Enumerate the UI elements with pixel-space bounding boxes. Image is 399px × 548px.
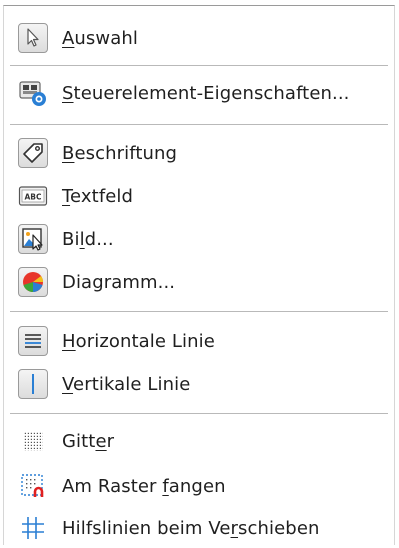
vertical-line-icon bbox=[18, 369, 48, 399]
control-properties-icon bbox=[18, 78, 48, 108]
pointer-icon bbox=[18, 23, 48, 53]
menu-item-label: Steuerelement-Eigenschaften... bbox=[62, 82, 350, 104]
menu-item-auswahl[interactable]: Auswahl bbox=[4, 18, 394, 58]
abc-textbox-icon: ABC bbox=[18, 181, 48, 211]
menu-item-label: Horizontale Linie bbox=[62, 330, 215, 352]
menu-item-label: Auswahl bbox=[62, 27, 138, 49]
menu-item-label: Vertikale Linie bbox=[62, 373, 191, 395]
chart-pie-icon bbox=[18, 267, 48, 297]
menu-item-label: Textfeld bbox=[62, 185, 134, 207]
menu-item-label: Diagramm... bbox=[62, 271, 176, 293]
menu-item-gitter[interactable]: Gitter bbox=[4, 421, 394, 461]
menu-item-vertikale-linie[interactable]: Vertikale Linie bbox=[4, 364, 394, 404]
menu-item-label: Beschriftung bbox=[62, 142, 178, 164]
menu-separator bbox=[10, 65, 388, 66]
menu-item-textfeld[interactable]: ABC Textfeld bbox=[4, 176, 394, 216]
svg-text:ABC: ABC bbox=[24, 193, 42, 202]
grid-dots-icon bbox=[18, 426, 48, 456]
horizontal-line-icon bbox=[18, 326, 48, 356]
menu-item-am-raster-fangen[interactable]: Am Raster fangen bbox=[4, 466, 394, 506]
menu-item-diagramm[interactable]: Diagramm... bbox=[4, 262, 394, 302]
menu-item-label: Bild... bbox=[62, 228, 114, 250]
menu-item-horizontale-linie[interactable]: Horizontale Linie bbox=[4, 321, 394, 361]
snap-grid-icon bbox=[18, 471, 48, 501]
menu-item-hilfslinien[interactable]: Hilfslinien beim Verschieben bbox=[4, 508, 394, 548]
helplines-icon bbox=[18, 513, 48, 543]
menu-item-beschriftung[interactable]: Beschriftung bbox=[4, 133, 394, 173]
context-menu: Auswahl Steuerelement-Eigenschaften... B… bbox=[3, 5, 395, 545]
menu-separator bbox=[10, 124, 388, 125]
image-icon bbox=[18, 224, 48, 254]
menu-item-bild[interactable]: Bild... bbox=[4, 219, 394, 259]
menu-separator bbox=[10, 413, 388, 414]
tag-icon bbox=[18, 138, 48, 168]
menu-item-label: Hilfslinien beim Verschieben bbox=[62, 517, 320, 539]
menu-item-label: Gitter bbox=[62, 430, 115, 452]
menu-item-control-properties[interactable]: Steuerelement-Eigenschaften... bbox=[4, 73, 394, 113]
menu-item-label: Am Raster fangen bbox=[62, 475, 226, 497]
menu-separator bbox=[10, 311, 388, 312]
